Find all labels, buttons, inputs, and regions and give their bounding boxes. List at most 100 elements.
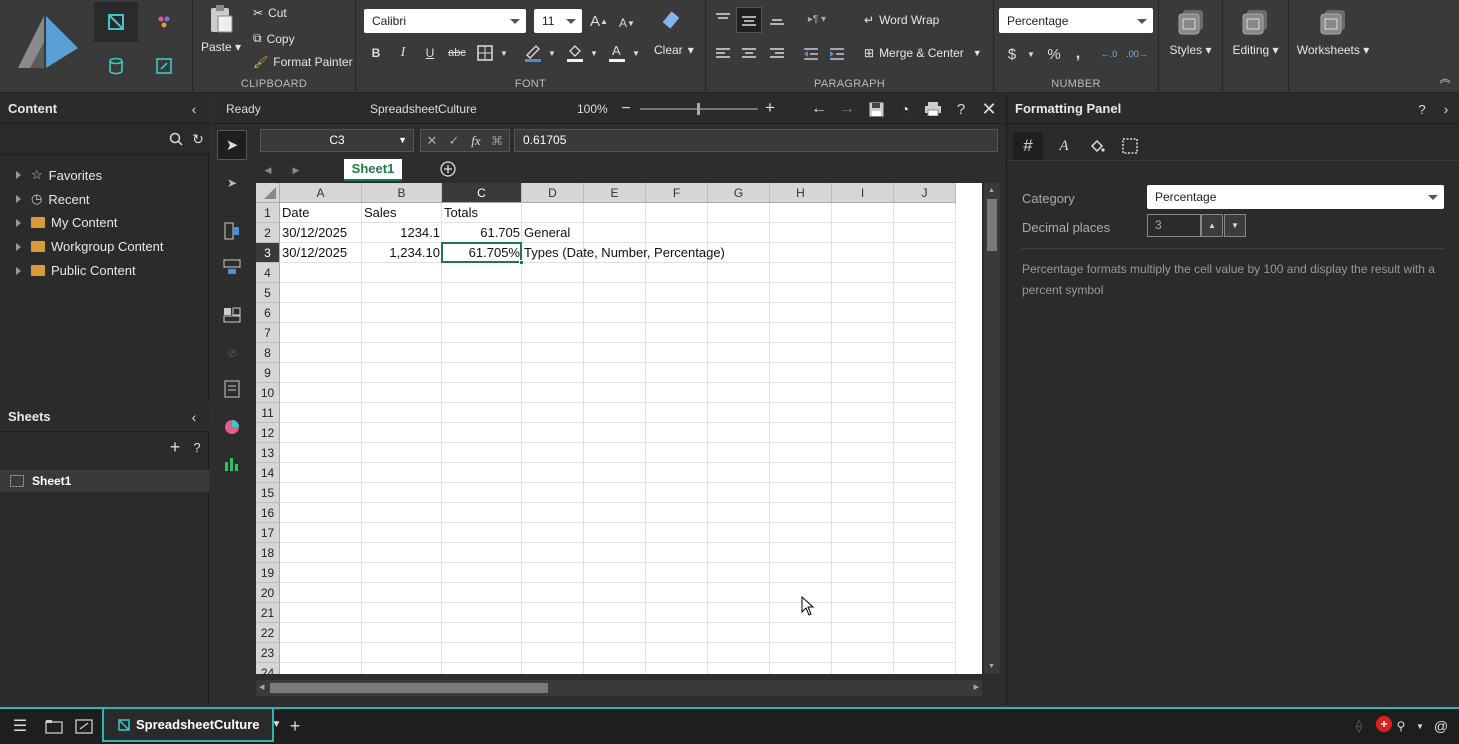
borders-dropdown-icon[interactable]: ▼ xyxy=(498,45,510,61)
redo-icon[interactable]: → xyxy=(838,100,856,118)
save-icon[interactable] xyxy=(867,100,885,118)
styles-button[interactable]: Styles ▾ xyxy=(1159,0,1223,93)
vertical-scroll-thumb[interactable] xyxy=(987,199,997,251)
align-top-icon[interactable] xyxy=(712,8,734,30)
bold-icon[interactable]: B xyxy=(366,43,386,63)
scroll-down-icon[interactable]: ▼ xyxy=(988,663,995,670)
increment-icon[interactable]: ▲ xyxy=(1201,214,1223,237)
align-center-icon[interactable] xyxy=(738,43,760,65)
worksheets-button[interactable]: Worksheets ▾ xyxy=(1289,0,1377,93)
strikethrough-icon[interactable]: abc xyxy=(446,43,468,63)
fill-handle[interactable] xyxy=(519,260,524,265)
collapse-content-panel-icon[interactable]: ‹ xyxy=(186,101,202,117)
content-item-workgroup-content[interactable]: Workgroup Content xyxy=(16,239,164,254)
refresh-icon[interactable]: ↻ xyxy=(190,131,206,147)
add-sheet-icon[interactable]: + xyxy=(166,437,184,457)
sheet-list-item[interactable]: Sheet1 xyxy=(0,470,209,492)
cell-a1[interactable]: Date xyxy=(280,203,311,223)
number-format-select[interactable]: Percentage xyxy=(999,8,1153,33)
line-color-dropdown-icon[interactable]: ▼ xyxy=(546,45,558,61)
vertical-scrollbar[interactable]: ▲ ▼ xyxy=(984,183,1000,674)
column-header[interactable]: C xyxy=(442,183,522,203)
cell-d2[interactable]: General xyxy=(522,223,572,243)
select-object-icon[interactable]: ➤ xyxy=(220,171,244,195)
row-header[interactable]: 4 xyxy=(256,263,280,283)
row-header[interactable]: 11 xyxy=(256,403,280,423)
row-header[interactable]: 18 xyxy=(256,543,280,563)
row-header[interactable]: 2 xyxy=(256,223,280,243)
new-tab-icon[interactable]: + xyxy=(286,716,304,736)
zoom-slider[interactable] xyxy=(640,103,758,115)
notification-icon[interactable]: + xyxy=(1376,716,1392,732)
zoom-out-icon[interactable]: − xyxy=(618,100,634,117)
data-mode-icon[interactable] xyxy=(94,46,138,86)
scroll-left-icon[interactable]: ◀ xyxy=(259,683,264,691)
row-header[interactable]: 24 xyxy=(256,663,280,674)
add-sheet-tab-icon[interactable] xyxy=(439,160,457,178)
cell-a2[interactable]: 30/12/2025 xyxy=(280,223,349,243)
cell-d3[interactable]: Types (Date, Number, Percentage) xyxy=(522,243,727,263)
scroll-right-icon[interactable]: ▶ xyxy=(974,683,979,691)
help-icon[interactable]: ? xyxy=(952,100,970,118)
select-all-corner[interactable] xyxy=(256,183,280,203)
row-header[interactable]: 19 xyxy=(256,563,280,583)
grow-font-icon[interactable]: A ▲ xyxy=(588,10,610,32)
pin-icon[interactable]: ⚲ xyxy=(1394,718,1408,734)
row-header[interactable]: 21 xyxy=(256,603,280,623)
paste-button[interactable]: Paste ▾ xyxy=(199,4,243,60)
row-header[interactable]: 15 xyxy=(256,483,280,503)
function-icon[interactable]: fx xyxy=(467,133,485,149)
open-folder-icon[interactable] xyxy=(44,717,64,735)
spreadsheet-mode-icon[interactable] xyxy=(94,2,138,42)
increase-decimal-icon[interactable]: ←.0 xyxy=(1098,44,1120,64)
row-header[interactable]: 3 xyxy=(256,243,280,263)
pin-dropdown-icon[interactable]: ▼ xyxy=(1414,719,1426,733)
cancel-icon[interactable]: ✕ xyxy=(424,133,440,149)
horizontal-scroll-thumb[interactable] xyxy=(270,683,548,693)
collapse-ribbon-icon[interactable]: ︽ xyxy=(1436,70,1454,86)
horizontal-scrollbar[interactable]: ◀ ▶ xyxy=(256,680,982,696)
refresh-data-icon[interactable] xyxy=(142,46,186,86)
spiral-icon[interactable]: @ xyxy=(1432,717,1450,735)
content-item-recent[interactable]: ◷ Recent xyxy=(16,191,90,207)
zoom-in-icon[interactable]: + xyxy=(762,98,778,117)
currency-dropdown-icon[interactable]: ▼ xyxy=(1026,46,1036,62)
decrease-decimal-icon[interactable]: .00→ xyxy=(1126,44,1148,64)
layout-icon[interactable] xyxy=(220,303,244,327)
font-size-select[interactable]: 11 xyxy=(534,9,582,33)
column-header[interactable]: A xyxy=(280,183,362,203)
format-painter-button[interactable]: 🖌 Format Painter xyxy=(253,55,353,69)
connection-icon[interactable]: ⟠ xyxy=(1350,717,1368,735)
underline-icon[interactable]: U xyxy=(420,43,440,63)
new-window-icon[interactable] xyxy=(74,717,94,735)
number-format-tab-icon[interactable]: # xyxy=(1013,132,1043,160)
formula-input[interactable]: 0.61705 xyxy=(514,129,998,152)
help-icon[interactable]: ? xyxy=(190,438,204,456)
italic-icon[interactable]: I xyxy=(393,43,413,63)
merge-center-button[interactable]: ⊞ Merge & Center ▼ xyxy=(864,46,982,60)
align-bottom-icon[interactable] xyxy=(766,8,788,30)
font-color-icon[interactable]: A xyxy=(606,40,628,64)
currency-icon[interactable]: $ xyxy=(1004,44,1020,64)
confirm-icon[interactable]: ✓ xyxy=(446,133,462,149)
border-format-tab-icon[interactable] xyxy=(1117,132,1143,160)
insert-column-icon[interactable] xyxy=(220,219,244,243)
insert-function-icon[interactable]: ⌘ xyxy=(488,133,506,149)
column-header[interactable]: B xyxy=(362,183,442,203)
column-header[interactable]: I xyxy=(832,183,894,203)
content-item-my-content[interactable]: My Content xyxy=(16,215,117,230)
row-header[interactable]: 16 xyxy=(256,503,280,523)
cut-button[interactable]: ✂ Cut xyxy=(253,6,287,20)
content-item-public-content[interactable]: Public Content xyxy=(16,263,136,278)
row-header[interactable]: 14 xyxy=(256,463,280,483)
document-icon[interactable] xyxy=(220,377,244,401)
align-right-icon[interactable] xyxy=(766,43,788,65)
column-header[interactable]: G xyxy=(708,183,770,203)
decimal-places-input[interactable]: 3 xyxy=(1147,214,1201,237)
comma-icon[interactable]: , xyxy=(1070,44,1086,64)
cell-c1[interactable]: Totals xyxy=(442,203,480,223)
insert-row-icon[interactable] xyxy=(220,255,244,279)
decrement-icon[interactable]: ▼ xyxy=(1224,214,1246,237)
undo-icon[interactable]: ← xyxy=(810,100,828,118)
percent-icon[interactable]: % xyxy=(1044,44,1064,64)
